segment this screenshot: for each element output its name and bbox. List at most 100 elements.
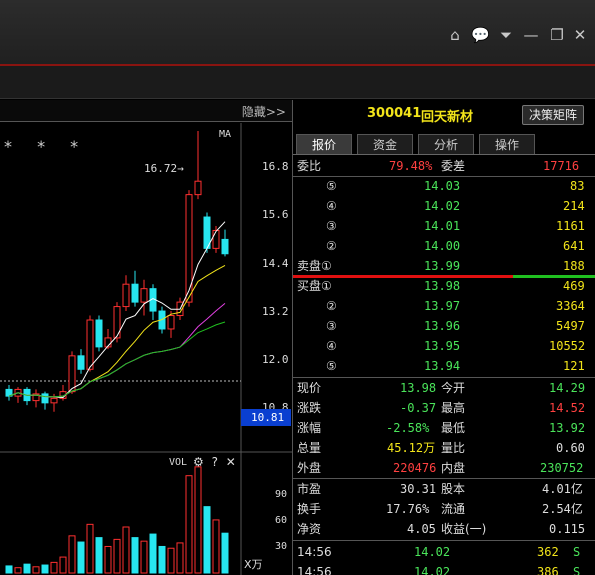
volume-bar (122, 526, 130, 574)
quote-row: 涨幅 -2.58% 最低 13.92 (293, 418, 595, 438)
chart-header: 隐藏>> (0, 100, 292, 122)
volume-bar (95, 537, 103, 574)
gear-icon[interactable]: ⚙ (193, 455, 204, 469)
tick-volume: 386 (537, 565, 559, 575)
help-icon[interactable]: ? (212, 455, 218, 469)
tab-operation[interactable]: 操作 (479, 134, 535, 154)
minimize-icon[interactable]: — (522, 26, 540, 44)
ask-row[interactable]: ③ 14.01 1161 (293, 216, 595, 236)
bid-row[interactable]: ③ 13.96 5497 (293, 316, 595, 336)
ask-row[interactable]: ④ 14.02 214 (293, 196, 595, 216)
candle-body (122, 283, 130, 308)
bid-price: 13.94 (424, 359, 461, 373)
stock-header: 300041 回天新材 决策矩阵 (293, 100, 595, 130)
candle-body (167, 315, 175, 330)
candle-body (95, 319, 103, 348)
quote-row: 现价 13.98 今开 14.29 (293, 378, 595, 398)
low-label: 最低 (441, 421, 466, 435)
close-icon[interactable]: ✕ (571, 26, 589, 44)
volume-value: 45.12万 (387, 441, 436, 455)
ask-row[interactable]: ⑤ 14.03 83 (293, 176, 595, 196)
candle-body (41, 393, 49, 404)
bid-level: 买盘① (297, 279, 332, 293)
y-tick: 16.8 (262, 160, 289, 173)
volume-bar (86, 523, 94, 574)
fund-row: 市盈 30.31 股本 4.01亿 (293, 479, 595, 499)
bid-price: 13.97 (424, 299, 461, 313)
open-value: 14.29 (549, 381, 586, 395)
volume-bar (149, 533, 157, 574)
bid-price: 13.96 (424, 319, 461, 333)
tab-funds[interactable]: 资金 (357, 134, 413, 154)
vratio-value: 0.60 (556, 441, 585, 455)
diff-value: 17716 (543, 159, 580, 173)
hide-panel-link[interactable]: 隐藏>> (242, 103, 286, 120)
ma-label: MA (219, 129, 232, 140)
tick-time: 14:56 (297, 565, 332, 575)
ask-row[interactable]: ② 14.00 641 (293, 236, 595, 256)
pe-value: 30.31 (400, 482, 437, 496)
volume-bar (77, 541, 85, 574)
volume-bar (104, 545, 112, 574)
capital-label: 股本 (441, 482, 466, 496)
volume-bar (14, 567, 22, 574)
ratio-row: 委比 79.48% 委差 17716 (293, 156, 595, 176)
bid-volume: 3364 (556, 299, 585, 313)
y-tick: 13.2 (262, 305, 289, 318)
pct-label: 涨幅 (297, 421, 322, 435)
bid-row[interactable]: ② 13.97 3364 (293, 296, 595, 316)
ask-volume: 83 (570, 179, 585, 193)
candle-body (50, 397, 58, 404)
tab-quote[interactable]: 报价 (296, 134, 352, 154)
bid-price: 13.98 (424, 279, 461, 293)
close-icon[interactable]: ✕ (226, 455, 236, 469)
decision-matrix-button[interactable]: 决策矩阵 (522, 105, 584, 125)
ask-level: ⑤ (326, 179, 337, 193)
bid-level: ⑤ (326, 359, 337, 373)
bid-row[interactable]: ⑤ 13.94 121 (293, 356, 595, 376)
restore-icon[interactable]: ❐ (548, 26, 566, 44)
candle-body (221, 238, 229, 255)
ratio-label: 委比 (297, 159, 322, 173)
volume-label: VOL (169, 457, 188, 468)
open-label: 今开 (441, 381, 466, 395)
home-icon[interactable]: ⌂ (446, 26, 464, 44)
volume-bar (113, 538, 121, 574)
ask-row[interactable]: 卖盘① 13.99 188 (293, 256, 595, 276)
volume-bar (32, 566, 40, 574)
ask-volume: 1161 (556, 219, 585, 233)
tab-analysis[interactable]: 分析 (418, 134, 474, 154)
candle-body (185, 194, 193, 303)
ask-level: ④ (326, 199, 337, 213)
vol-tick: 90 (275, 489, 288, 500)
dropdown-icon[interactable]: ⏷ (497, 26, 515, 44)
volume-bar (203, 506, 211, 574)
fund-row: 换手 17.76% 流通 2.54亿 (293, 499, 595, 519)
ask-volume: 188 (563, 259, 585, 273)
volume-bar (185, 475, 193, 574)
tick-side: S (573, 565, 581, 575)
volume-bar (23, 563, 31, 574)
volume-bar (221, 532, 229, 574)
bid-row[interactable]: ④ 13.95 10552 (293, 336, 595, 356)
vratio-label: 量比 (441, 441, 466, 455)
vol-tick: 30 (275, 541, 288, 552)
volume-bar (176, 542, 184, 574)
candle-body (194, 180, 202, 196)
tick-row: 14:56 14.02 362 S (293, 542, 595, 562)
chat-icon[interactable]: 💬 (471, 26, 490, 44)
turnover-label: 换手 (297, 502, 322, 516)
ask-level: ③ (326, 219, 337, 233)
volume-bar (5, 565, 13, 574)
bid-level: ④ (326, 339, 337, 353)
eps-label: 收益(一) (441, 522, 487, 536)
float-label: 流通 (441, 502, 466, 516)
low-value: 13.92 (549, 421, 586, 435)
volume-bar (167, 547, 175, 574)
volume-bar (59, 556, 67, 574)
bid-row[interactable]: 买盘① 13.98 469 (293, 276, 595, 296)
nav-label: 净资 (297, 522, 322, 536)
volume-tools: ⚙ ? ✕ (193, 455, 236, 469)
ask-price: 14.01 (424, 219, 461, 233)
kline-chart[interactable]: MA * * * 16.72→ 16.8 15.6 14.4 13.2 12.0… (0, 123, 292, 575)
